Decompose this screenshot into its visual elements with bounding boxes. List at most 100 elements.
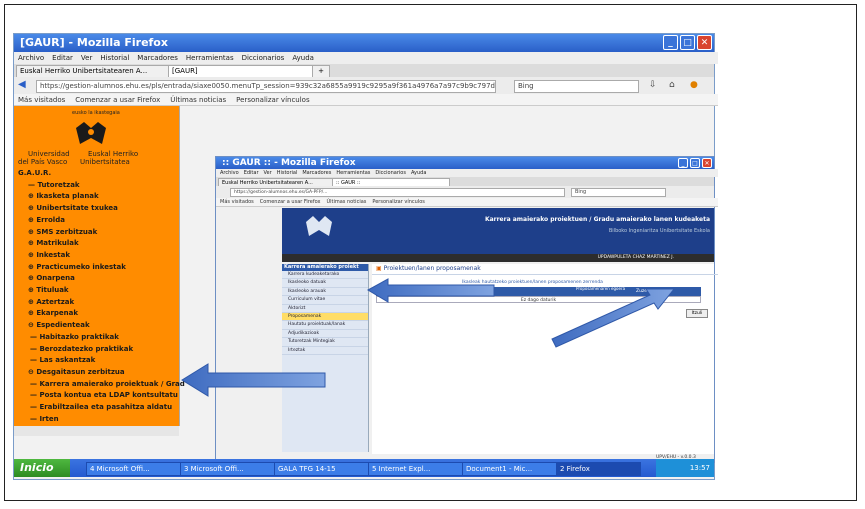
new-tab-button[interactable]: + bbox=[312, 65, 330, 77]
tree-item[interactable]: ⊕ Tituluak bbox=[18, 285, 185, 297]
inner-nav-item[interactable]: Hautatu proiektuak/lanak bbox=[282, 321, 368, 330]
tree-subitem[interactable]: — Erabiltzailea eta pasahitza aldatu bbox=[18, 402, 185, 414]
tree-subitem-projects[interactable]: — Karrera amaierako proiektuak / Grad bbox=[18, 379, 185, 391]
inner-nav-item[interactable]: Curriculum vitae bbox=[282, 296, 368, 305]
inner-minimize-icon[interactable]: _ bbox=[678, 158, 688, 168]
inner-menu-item[interactable]: Editar bbox=[244, 170, 259, 176]
inner-nav-item[interactable]: Adjudikazioak bbox=[282, 330, 368, 339]
inner-menu-item[interactable]: Archivo bbox=[220, 170, 239, 176]
taskbar-button-firefox[interactable]: 2 Firefox bbox=[556, 462, 641, 476]
tree-subitem[interactable]: — Las askantzak bbox=[18, 355, 185, 367]
menu-historial[interactable]: Historial bbox=[100, 54, 129, 62]
inner-maximize-icon[interactable]: □ bbox=[690, 158, 700, 168]
tree-item[interactable]: ⊕ SMS zerbitzuak bbox=[18, 227, 185, 239]
inner-nav-item[interactable]: Karrera kudeaketarako bbox=[282, 271, 368, 280]
inner-url-input[interactable]: https://gestion-alumnos.ehu.es/GA-PFP/..… bbox=[230, 188, 565, 197]
maximize-icon[interactable]: □ bbox=[680, 35, 695, 50]
bookmark-ultimas-noticias[interactable]: Últimas noticias bbox=[170, 96, 226, 104]
inner-bookmark[interactable]: Más visitados bbox=[220, 199, 254, 205]
inner-titlebar: :: GAUR :: - Mozilla Firefox _ □ ✕ bbox=[216, 157, 714, 169]
start-button[interactable]: Inicio bbox=[14, 459, 70, 477]
inner-bookmark[interactable]: Personalizar vínculos bbox=[372, 199, 424, 205]
tree-item[interactable]: ⊕ Aztertzak bbox=[18, 297, 185, 309]
tree-subitem[interactable]: — Habitazko praktikak bbox=[18, 332, 185, 344]
inner-menu-item[interactable]: Ayuda bbox=[411, 170, 426, 176]
menu-bar: Archivo Editar Ver Historial Marcadores … bbox=[14, 52, 718, 64]
tree-item[interactable]: — Tutoretzak bbox=[18, 180, 185, 192]
tree-item[interactable]: ⊕ Unibertsitate txukea bbox=[18, 203, 185, 215]
menu-herramientas[interactable]: Herramientas bbox=[186, 54, 234, 62]
tab-bar: Euskal Herriko Unibertsitatearen A... [G… bbox=[14, 64, 714, 77]
inner-menu-item[interactable]: Diccionarios bbox=[375, 170, 406, 176]
inner-bookmark[interactable]: Comenzar a usar Firefox bbox=[260, 199, 321, 205]
search-input[interactable]: Bing bbox=[514, 80, 639, 93]
menu-ayuda[interactable]: Ayuda bbox=[292, 54, 314, 62]
inner-menu-item[interactable]: Herramientas bbox=[336, 170, 370, 176]
tree-item[interactable]: ⊖ Desgaitasun zerbitzua bbox=[18, 367, 185, 379]
inner-nav-item[interactable]: Ikasleoko datuak bbox=[282, 279, 368, 288]
tab-gaur[interactable]: [GAUR] bbox=[168, 65, 316, 77]
inner-navigation-bar: https://gestion-alumnos.ehu.es/GA-PFP/..… bbox=[216, 186, 714, 198]
inner-menu-item[interactable]: Historial bbox=[277, 170, 298, 176]
inner-tab-bar: Euskal Herriko Unibertsitatearen A... ::… bbox=[216, 177, 714, 187]
taskbar-button[interactable]: Document1 - Mic... bbox=[462, 462, 557, 476]
menu-archivo[interactable]: Archivo bbox=[18, 54, 44, 62]
inner-close-icon[interactable]: ✕ bbox=[702, 158, 712, 168]
taskbar-button[interactable]: 4 Microsoft Offi... bbox=[86, 462, 181, 476]
inner-menu-item[interactable]: Ver bbox=[264, 170, 272, 176]
inner-left-nav: Karrera amaierako proiekt Karrera kudeak… bbox=[282, 264, 369, 452]
arrow-left-annotation-icon bbox=[181, 363, 326, 397]
tree-item[interactable]: ⊕ Inkestak bbox=[18, 250, 185, 262]
arrow-back-button-annotation-icon bbox=[551, 288, 676, 348]
tree-item[interactable]: ⊕ Ekarpenak bbox=[18, 308, 185, 320]
addon-icon[interactable]: ● bbox=[690, 80, 698, 90]
page-icon: ▣ bbox=[376, 265, 382, 272]
inner-menu-item[interactable]: Marcadores bbox=[302, 170, 331, 176]
menu-diccionarios[interactable]: Diccionarios bbox=[242, 54, 285, 62]
taskbar-button[interactable]: 3 Microsoft Offi... bbox=[180, 462, 275, 476]
close-icon[interactable]: ✕ bbox=[697, 35, 712, 50]
url-input[interactable]: https://gestion-alumnos.ehu.es/pls/entra… bbox=[36, 80, 496, 93]
menu-ver[interactable]: Ver bbox=[81, 54, 92, 62]
taskbar-button[interactable]: 5 Internet Expl... bbox=[368, 462, 463, 476]
navigation-bar: ◀ https://gestion-alumnos.ehu.es/pls/ent… bbox=[14, 77, 714, 94]
home-icon[interactable]: ⌂ bbox=[669, 80, 675, 90]
inner-nav-item[interactable]: Tutoretzak Mintegiak bbox=[282, 338, 368, 347]
firefox-window: [GAUR] - Mozilla Firefox _ □ ✕ Archivo E… bbox=[14, 34, 718, 479]
bookmark-comenzar[interactable]: Comenzar a usar Firefox bbox=[75, 96, 160, 104]
menu-marcadores[interactable]: Marcadores bbox=[137, 54, 178, 62]
taskbar: Inicio 4 Microsoft Offi... 3 Microsoft O… bbox=[14, 459, 714, 477]
arrow-proposamenak-annotation-icon bbox=[366, 278, 495, 303]
tree-subitem[interactable]: — Posta kontua eta LDAP kontsultatu bbox=[18, 390, 185, 402]
inner-nav-item[interactable]: Irteztak bbox=[282, 347, 368, 355]
taskbar-button[interactable]: GALA TFG 14-15 bbox=[274, 462, 369, 476]
menu-editar[interactable]: Editar bbox=[52, 54, 73, 62]
inner-nav-item[interactable]: Aktorizt bbox=[282, 305, 368, 313]
tree-item[interactable]: ⊕ Practicumeko inkestak bbox=[18, 262, 185, 274]
window-titlebar: [GAUR] - Mozilla Firefox _ □ ✕ bbox=[14, 34, 714, 52]
logo-caption: eusko la ikastegaia bbox=[72, 110, 120, 116]
tree-item[interactable]: ⊕ Onarpena bbox=[18, 273, 185, 285]
menu-tree: G.A.U.R. — Tutoretzak ⊕ Ikasketa planak … bbox=[18, 168, 185, 425]
tree-item[interactable]: ⊕ Matrikulak bbox=[18, 238, 185, 250]
tree-root[interactable]: G.A.U.R. bbox=[18, 168, 185, 180]
download-icon[interactable]: ⇩ bbox=[649, 80, 657, 90]
tree-item[interactable]: ⊖ Espedienteak bbox=[18, 320, 185, 332]
inner-nav-item[interactable]: Ikasleoko arauak bbox=[282, 288, 368, 297]
bookmark-mas-visitados[interactable]: Más visitados bbox=[18, 96, 65, 104]
tree-item[interactable]: ⊕ Ikasketa planak bbox=[18, 191, 185, 203]
minimize-icon[interactable]: _ bbox=[663, 35, 678, 50]
tab-ehu[interactable]: Euskal Herriko Unibertsitatearen A... bbox=[16, 65, 172, 77]
inner-search-input[interactable]: Bing bbox=[571, 188, 666, 197]
bookmark-personalizar[interactable]: Personalizar vínculos bbox=[236, 96, 309, 104]
back-arrow-icon[interactable]: ◀ bbox=[18, 79, 26, 90]
inner-nav-item-proposamenak[interactable]: Proposamenak bbox=[282, 312, 368, 322]
back-button[interactable]: Itzuli bbox=[686, 309, 708, 318]
inner-menu-bar: Archivo Editar Ver Historial Marcadores … bbox=[216, 169, 718, 177]
tree-subitem[interactable]: — Berozdatezko praktikak bbox=[18, 344, 185, 356]
tree-subitem-exit[interactable]: — Irten bbox=[18, 414, 185, 426]
inner-bookmark[interactable]: Últimas noticias bbox=[326, 199, 366, 205]
bookmarks-bar: Más visitados Comenzar a usar Firefox Úl… bbox=[14, 94, 718, 106]
tree-item[interactable]: ⊕ Errolda bbox=[18, 215, 185, 227]
sidebar-scrollbar[interactable] bbox=[14, 426, 179, 436]
